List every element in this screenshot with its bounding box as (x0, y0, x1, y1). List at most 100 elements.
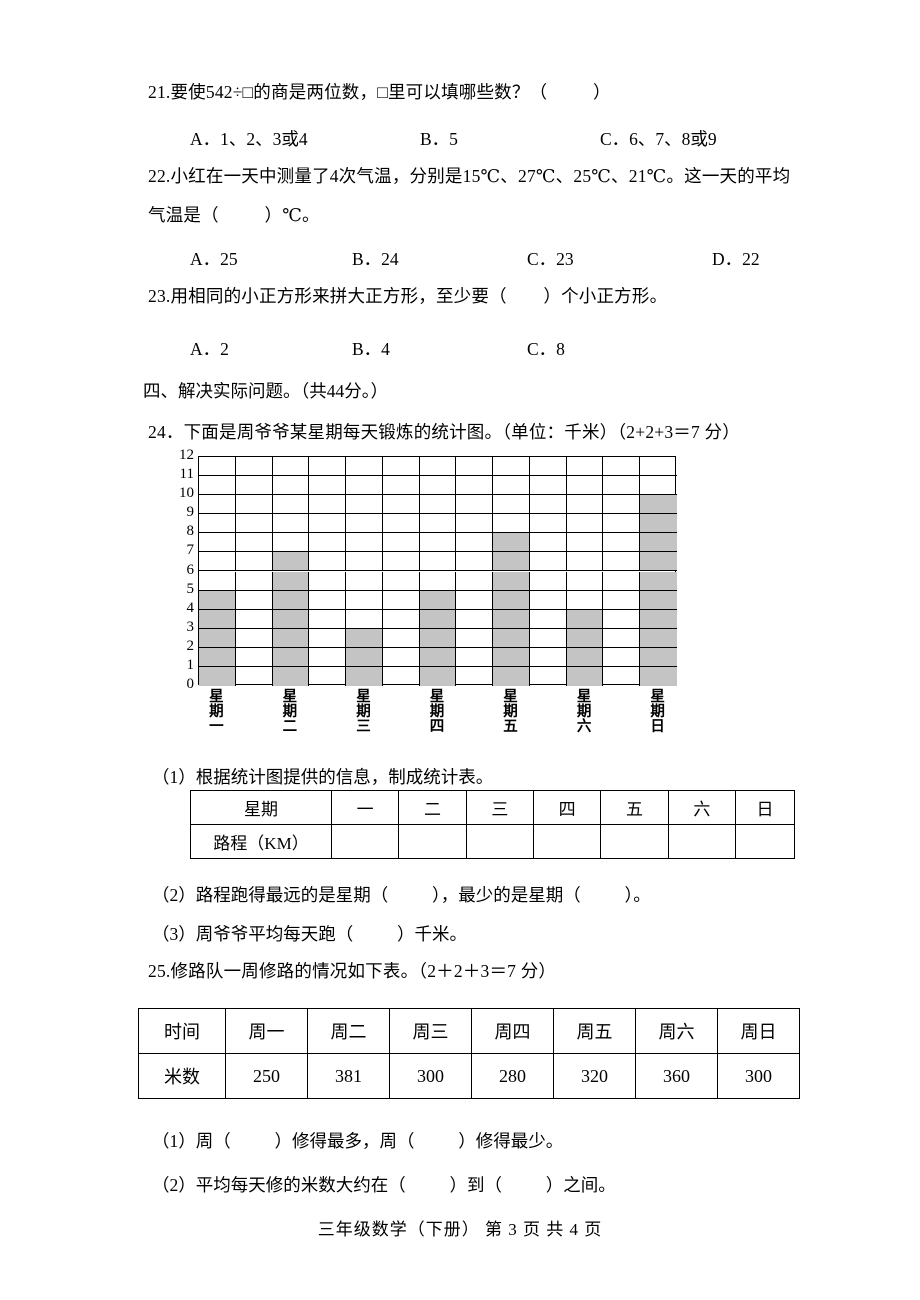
chart-grid-cell (309, 647, 347, 667)
chart-grid-cell (382, 514, 420, 534)
stat-table-value-4[interactable] (532, 824, 602, 859)
chart-grid-cell (382, 647, 420, 667)
chart-grid-cell (603, 628, 641, 648)
chart-grid-cell (309, 590, 347, 610)
chart-y-tick-label: 5 (186, 580, 195, 597)
chart-y-tick-label: 7 (186, 542, 195, 559)
chart-grid-cell (235, 647, 273, 667)
section-4-heading: 四、解决实际问题。（共44分。） (143, 381, 388, 401)
chart-grid-cell (346, 609, 383, 629)
chart-grid-cell (640, 457, 677, 477)
stat-table-value-2[interactable] (398, 824, 467, 859)
chart-grid-cell (456, 533, 494, 553)
page-footer: 三年级数学（下册） 第 3 页 共 4 页 (317, 1220, 603, 1239)
stat-table-value-3[interactable] (465, 824, 534, 859)
chart-grid-cell (382, 533, 420, 553)
chart-y-tick-label: 10 (179, 485, 194, 502)
chart-grid-cell (346, 514, 383, 534)
question-23-option-a[interactable]: A．2 (190, 336, 229, 361)
chart-bar-cell (272, 552, 310, 572)
chart-grid-cell (456, 476, 494, 496)
chart-bar-cell (199, 590, 236, 610)
chart-grid-cell (603, 666, 641, 686)
road-table-day-4: 周四 (471, 1008, 554, 1054)
chart-bar-cell (272, 590, 310, 610)
chart-grid-cell (566, 476, 604, 496)
chart-bar-cell (199, 647, 236, 667)
chart-grid-cell (383, 666, 420, 686)
question-25-stem: 25.修路队一周修路的情况如下表。（2＋2＋3＝7 分） (148, 961, 557, 981)
question-23-stem: 23.用相同的小正方形来拼大正方形，至少要（ ）个小正方形。 (148, 286, 668, 306)
chart-grid-cell (603, 514, 641, 534)
chart-grid-cell (346, 533, 383, 553)
road-table-value-7: 300 (717, 1053, 800, 1099)
chart-grid-cell (309, 628, 347, 648)
road-repair-table: 时间 周一 周二 周三 周四 周五 周六 周日 米数 250 381 300 2… (138, 1008, 800, 1099)
chart-bar-cell (493, 609, 530, 629)
question-22-option-a[interactable]: A．25 (190, 246, 238, 271)
chart-grid-cell (309, 495, 347, 515)
chart-y-tick-label: 11 (179, 466, 194, 483)
chart-grid-cell (603, 457, 641, 477)
chart-grid-cell (640, 476, 677, 496)
question-24-sub1: （1）根据统计图提供的信息，制成统计表。 (152, 767, 494, 787)
chart-grid-cell (346, 552, 383, 572)
chart-grid-cell (419, 476, 457, 496)
question-23-option-c[interactable]: C．8 (527, 336, 565, 361)
question-24-sub2: （2）路程跑得最远的是星期（ ），最少的是星期（ ）。 (152, 885, 651, 905)
road-table-value-3: 300 (389, 1053, 472, 1099)
chart-grid-cell (235, 533, 273, 553)
chart-grid-cell (529, 590, 567, 610)
question-23-option-b[interactable]: B．4 (352, 336, 390, 361)
table-row-days: 星期 一 二 三 四 五 六 日 (190, 790, 795, 825)
question-21-option-b[interactable]: B．5 (420, 126, 458, 151)
chart-grid-cell (309, 666, 347, 686)
chart-bar-cell (199, 666, 236, 686)
chart-grid-cell (199, 495, 236, 515)
stat-table-value-5[interactable] (600, 824, 669, 859)
question-21-option-a[interactable]: A．1、2、3或4 (190, 126, 308, 151)
chart-grid-cell (566, 590, 604, 610)
question-22-option-c[interactable]: C．23 (527, 246, 574, 271)
chart-grid-cell (346, 476, 383, 496)
road-table-value-5: 320 (553, 1053, 636, 1099)
chart-bar-cell (199, 628, 236, 648)
chart-grid-cell (419, 552, 457, 572)
chart-grid-cell (529, 495, 567, 515)
chart-grid-cell (603, 609, 641, 629)
question-21-stem: 21.要使542÷□的商是两位数，□里可以填哪些数？（ ） (148, 82, 611, 102)
table-row-distance: 路程（KM） (190, 824, 795, 859)
question-22-option-b[interactable]: B．24 (352, 246, 399, 271)
chart-y-tick-label: 0 (186, 676, 195, 692)
chart-grid-cell (456, 609, 494, 629)
chart-grid-cell (603, 476, 641, 496)
chart-x-tick-label: 星期日 (650, 689, 665, 735)
chart-grid-cell (382, 628, 420, 648)
chart-bar-cell (272, 571, 310, 591)
chart-grid-cell (199, 533, 236, 553)
chart-grid-cell (382, 590, 420, 610)
question-21-option-c[interactable]: C．6、7、8或9 (600, 126, 717, 151)
chart-grid-cell (603, 571, 641, 591)
stat-table-value-7[interactable] (735, 824, 795, 859)
stat-table-value-1[interactable] (330, 824, 400, 859)
question-22-option-d[interactable]: D．22 (712, 246, 760, 271)
chart-grid-cell (529, 457, 567, 477)
road-table-value-2: 381 (307, 1053, 390, 1099)
chart-grid-cell (309, 609, 347, 629)
chart-grid-cell (530, 666, 567, 686)
question-25-sub2: （2）平均每天修的米数大约在（ ）到（ ）之间。 (152, 1175, 616, 1195)
chart-grid-cell (382, 495, 420, 515)
chart-bar-cell (272, 666, 310, 686)
chart-x-tick-label: 星期三 (356, 689, 371, 735)
stat-table-value-6[interactable] (667, 824, 737, 859)
chart-bar-cell (640, 590, 677, 610)
chart-grid-cell (272, 495, 310, 515)
chart-bar-cell (272, 628, 310, 648)
chart-y-tick-label: 12 (179, 447, 194, 463)
chart-bar-cell (493, 571, 530, 591)
chart-plot-area (198, 456, 677, 686)
chart-grid-cell (382, 609, 420, 629)
chart-grid-cell (272, 514, 310, 534)
chart-bar-cell (640, 552, 677, 572)
